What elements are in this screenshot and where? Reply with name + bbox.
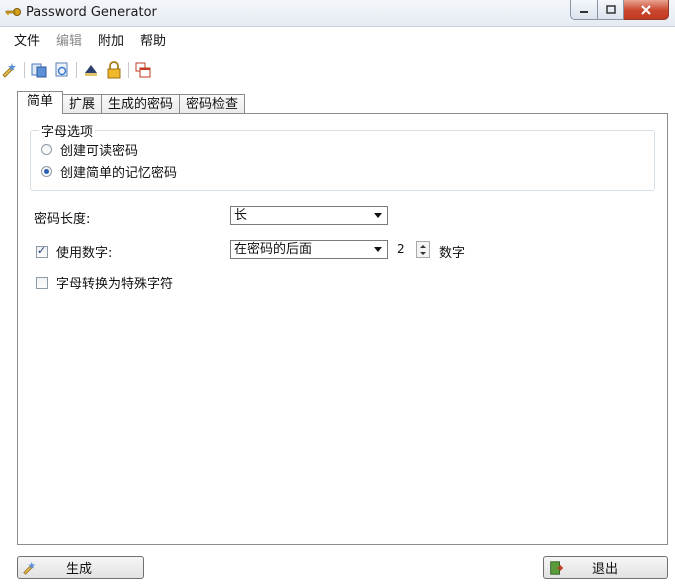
special-chars-checkbox[interactable] — [36, 276, 48, 289]
document-refresh-icon — [55, 62, 68, 77]
generate-button-label: 生成 — [66, 562, 93, 577]
generate-wand-icon — [23, 561, 36, 575]
chevron-down-icon — [374, 213, 382, 218]
toolbar — [0, 58, 156, 82]
tab-extended[interactable]: 扩展 — [62, 94, 103, 114]
generate-toolbar-button[interactable] — [0, 60, 20, 80]
lock-icon — [107, 61, 121, 79]
radio-simple-row[interactable]: 创建简单的记忆密码 — [41, 162, 177, 181]
lock-toolbar-button[interactable] — [104, 60, 124, 80]
spin-up-icon[interactable] — [420, 245, 426, 248]
close-icon — [641, 4, 651, 15]
length-select[interactable]: 长 — [230, 206, 388, 225]
toolbar-separator — [24, 62, 25, 78]
group-title: 字母选项 — [39, 121, 96, 140]
window-controls — [570, 0, 669, 20]
title-bar: Password Generator — [0, 0, 675, 27]
minimize-button[interactable] — [570, 0, 598, 20]
maximize-button[interactable] — [598, 0, 624, 20]
exit-button[interactable]: 退出 — [543, 556, 668, 579]
minimize-icon — [580, 10, 588, 13]
menu-file[interactable]: 文件 — [14, 31, 40, 53]
tab-password-check[interactable]: 密码检查 — [179, 94, 246, 114]
toolbar-separator — [128, 62, 129, 78]
windows-icon — [135, 62, 151, 78]
menu-edit[interactable]: 编辑 — [56, 31, 82, 53]
copy-toolbar-button[interactable] — [29, 60, 49, 80]
length-label: 密码长度: — [34, 212, 91, 227]
spin-down-icon[interactable] — [420, 252, 426, 255]
tab-simple[interactable]: 简单 — [17, 91, 64, 114]
toolbar-separator — [76, 62, 77, 78]
exit-button-label: 退出 — [592, 562, 619, 577]
close-button[interactable] — [624, 0, 669, 20]
number-position-value: 在密码的后面 — [234, 242, 313, 257]
special-chars-label: 字母转换为特殊字符 — [56, 277, 174, 292]
chevron-down-icon — [374, 247, 382, 252]
windows-toolbar-button[interactable] — [133, 60, 153, 80]
use-numbers-checkbox[interactable] — [36, 244, 48, 258]
generate-button[interactable]: 生成 — [17, 556, 144, 579]
number-count-spinner[interactable] — [416, 241, 430, 258]
length-select-value: 长 — [234, 208, 248, 223]
tab-panel: 字母选项 创建可读密码 创建简单的记忆密码 密码长度: 长 使用数字: 在密码的… — [17, 113, 668, 545]
key-icon — [5, 8, 21, 16]
radio-readable-label: 创建可读密码 — [60, 144, 139, 159]
exit-door-icon — [550, 560, 564, 575]
number-unit-label: 数字 — [439, 246, 466, 261]
number-position-select[interactable]: 在密码的后面 — [230, 240, 388, 259]
letter-options-group: 字母选项 创建可读密码 创建简单的记忆密码 — [30, 121, 655, 191]
eraser-icon — [85, 65, 97, 76]
use-numbers-label: 使用数字: — [56, 246, 113, 261]
maximize-icon — [605, 5, 616, 14]
tab-generated-passwords[interactable]: 生成的密码 — [101, 94, 181, 114]
refresh-toolbar-button[interactable] — [52, 60, 72, 80]
generate-wand-icon — [2, 63, 16, 78]
copy-icon — [31, 63, 47, 78]
special-chars-row[interactable]: 字母转换为特殊字符 — [36, 273, 173, 292]
menu-extras[interactable]: 附加 — [98, 31, 124, 53]
clear-toolbar-button[interactable] — [81, 60, 101, 80]
menu-bar: 文件 编辑 附加 帮助 — [0, 31, 182, 53]
tab-strip: 简单 扩展 生成的密码 密码检查 — [17, 91, 246, 114]
radio-simple[interactable] — [41, 166, 52, 177]
menu-help[interactable]: 帮助 — [140, 31, 166, 53]
window-title: Password Generator — [26, 5, 157, 20]
use-numbers-row[interactable]: 使用数字: — [36, 242, 112, 261]
radio-readable[interactable] — [41, 144, 52, 155]
number-count-value[interactable]: 2 — [397, 242, 405, 256]
radio-simple-label: 创建简单的记忆密码 — [60, 166, 178, 181]
radio-readable-row[interactable]: 创建可读密码 — [41, 140, 138, 159]
